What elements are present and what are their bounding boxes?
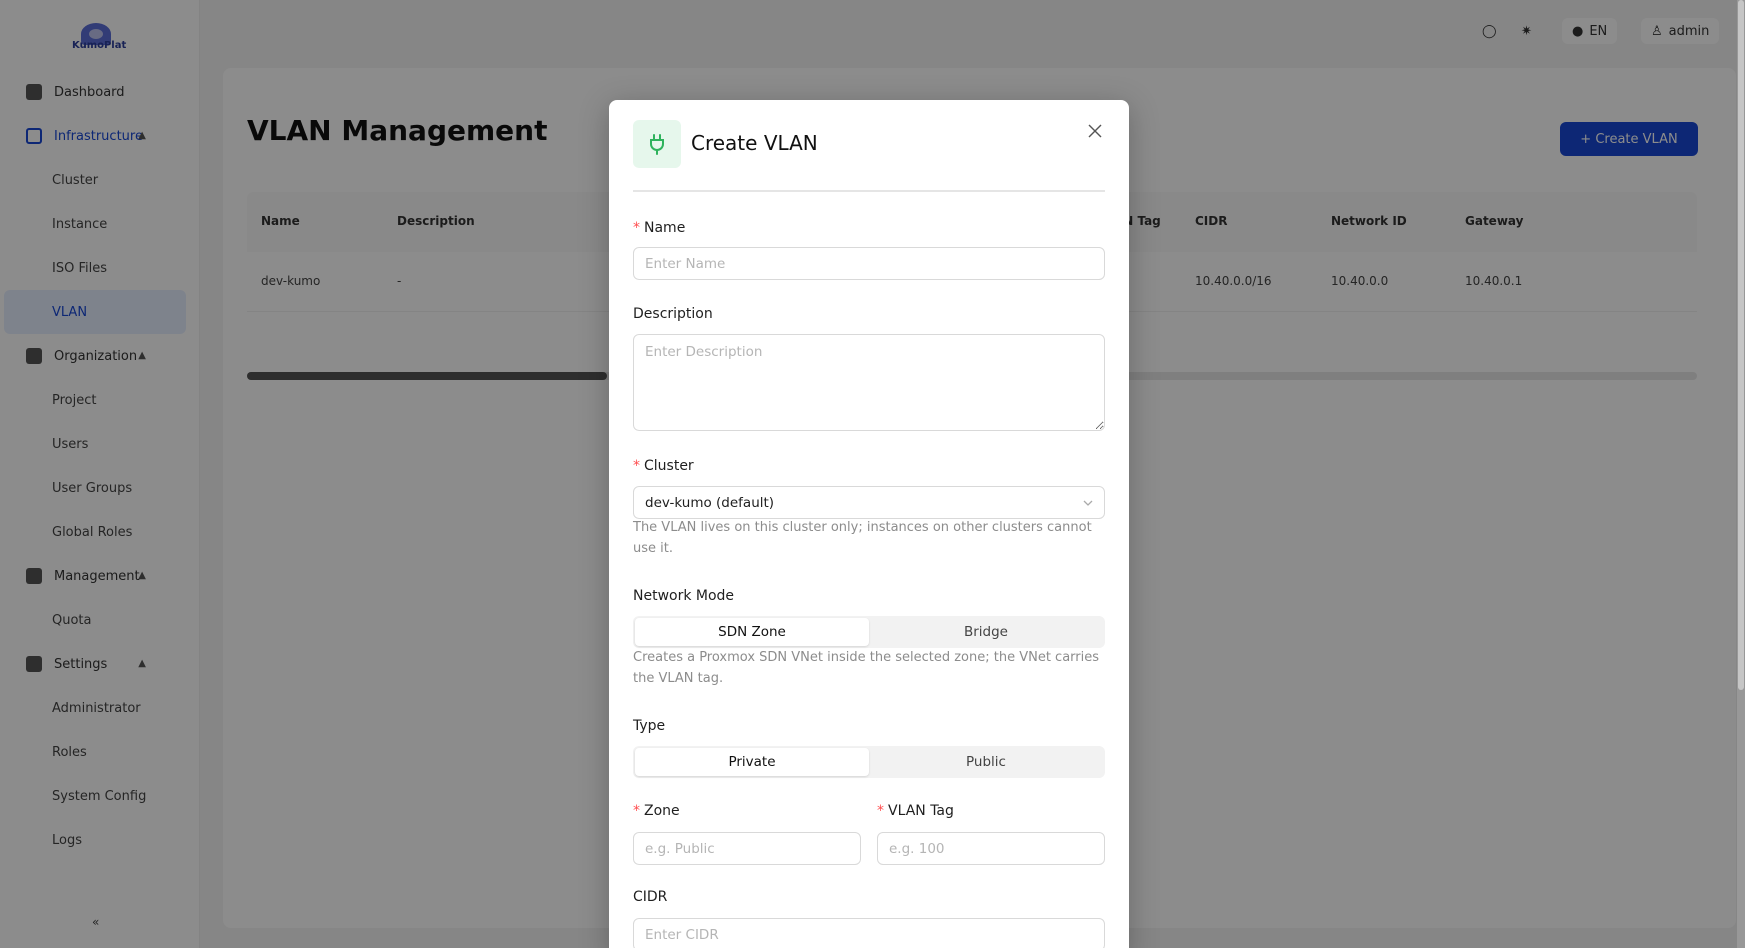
plug-icon [633,120,681,168]
network-mode-segmented: SDN Zone Bridge [633,616,1105,648]
type-segmented: Private Public [633,746,1105,778]
zone-label: * Zone [633,803,680,819]
vlan-tag-input[interactable] [877,832,1105,865]
required-mark: * [633,220,640,236]
cidr-label: CIDR [633,889,668,905]
network-mode-option-bridge[interactable]: Bridge [869,618,1103,646]
zone-input[interactable] [633,832,861,865]
cluster-select[interactable]: dev-kumo (default) [633,486,1105,519]
modal-title: Create VLAN [691,131,818,155]
type-label: Type [633,718,666,734]
description-textarea[interactable] [633,334,1105,431]
name-label: * Name [633,220,686,236]
description-label: Description [633,306,713,322]
type-option-public[interactable]: Public [869,748,1103,776]
required-mark: * [877,803,884,819]
cidr-input[interactable] [633,918,1105,948]
network-mode-label: Network Mode [633,588,735,604]
cluster-label: * Cluster [633,458,694,474]
network-mode-option-sdn-zone[interactable]: SDN Zone [635,618,869,646]
type-option-private[interactable]: Private [635,748,869,776]
create-vlan-modal: Create VLAN *Name Description *Cluster d… [609,100,1129,948]
page-scrollbar[interactable] [1737,0,1745,948]
cluster-select-value: dev-kumo (default) [645,494,775,511]
vlan-tag-label: * VLAN Tag [877,803,954,819]
modal-header: Create VLAN [633,120,1105,192]
chevron-down-icon [1082,497,1094,513]
required-mark: * [633,458,640,474]
name-input[interactable] [633,247,1105,280]
network-mode-help-text: Creates a Proxmox SDN VNet inside the se… [633,650,1100,686]
close-icon[interactable] [1084,120,1106,142]
cluster-help-text: The VLAN lives on this cluster only; ins… [633,520,1092,556]
required-mark: * [633,803,640,819]
